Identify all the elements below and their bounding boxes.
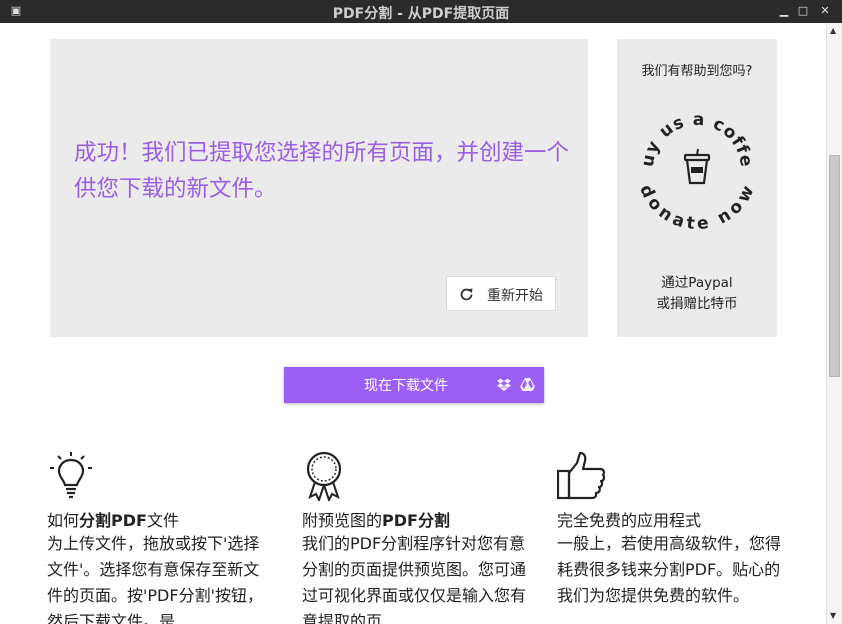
feature-free-body: 一般上，若使用高级软件，您得耗费很多钱来分割PDF。贴心的我们为您提供免费的软件… (557, 534, 782, 605)
close-icon[interactable]: ✕ (819, 5, 831, 17)
window-title: PDF分割 - 从PDF提取页面 (332, 6, 510, 22)
page-content: 成功！我们已提取您选择的所有页面，并创建一个供您下载的新文件。 重新开始 我们有… (0, 23, 826, 624)
feature-preview-body: 我们的PDF分割程序针对您有意分割的页面提供预览图。您可通过可视化界面或仅仅是输… (302, 534, 527, 624)
svg-text:donate now: donate now (637, 182, 757, 229)
google-drive-icon[interactable] (520, 378, 535, 391)
restart-button[interactable]: 重新开始 (446, 276, 556, 311)
dropbox-icon[interactable] (497, 378, 511, 391)
success-panel: 成功！我们已提取您选择的所有页面，并创建一个供您下载的新文件。 重新开始 (50, 39, 588, 337)
scroll-down-icon[interactable]: ▼ (830, 611, 836, 620)
coffee-badge-bottom: donate now (637, 182, 757, 229)
success-message: 成功！我们已提取您选择的所有页面，并创建一个供您下载的新文件。 (74, 140, 570, 202)
maximize-icon[interactable]: □ (797, 5, 809, 17)
minimize-icon[interactable]: ▁ (778, 5, 790, 17)
download-button[interactable]: 现在下载文件 (284, 367, 544, 403)
thumbs-up-icon (557, 451, 606, 500)
coffee-badge[interactable]: buy us a coffee donate now (637, 109, 757, 229)
lightbulb-icon (50, 452, 92, 499)
donate-panel: 我们有帮助到您吗? buy us a coffee donate now 通过P… (617, 39, 777, 337)
title-bar: ▣ PDF分割 - 从PDF提取页面 ▁ □ ✕ (0, 0, 842, 23)
refresh-icon (460, 288, 473, 301)
paypal-text[interactable]: 通过Paypal 或捐赠比特币 (617, 273, 777, 315)
feature-preview: 附预览图的PDF分割 我们的PDF分割程序针对您有意分割的页面提供预览图。您可通… (302, 451, 532, 624)
vertical-scrollbar[interactable]: ▲ ▼ (826, 23, 842, 624)
scroll-up-icon[interactable]: ▲ (830, 26, 836, 35)
feature-free: 完全免费的应用程式 一般上，若使用高级软件，您得耗费很多钱来分割PDF。贴心的我… (557, 451, 787, 605)
restart-label: 重新开始 (487, 288, 543, 304)
help-question: 我们有帮助到您吗? (641, 64, 753, 79)
award-ribbon-icon (306, 451, 342, 501)
feature-free-title: 完全免费的应用程式 (557, 511, 702, 530)
download-label: 现在下载文件 (364, 378, 448, 394)
feature-preview-title: 附预览图的PDF分割 (302, 511, 450, 530)
paypal-line2: 或捐赠比特币 (656, 296, 738, 312)
feature-how-to-body: 为上传文件，拖放或按下'选择文件'。选择您有意保存至新文件的页面。按'PDF分割… (47, 534, 263, 624)
feature-how-to: 如何分割PDF文件 为上传文件，拖放或按下'选择文件'。选择您有意保存至新文件的… (47, 451, 277, 624)
scroll-thumb[interactable] (829, 155, 840, 377)
feature-how-to-title: 如何分割PDF文件 (47, 511, 179, 530)
paypal-line1: 通过Paypal (661, 275, 733, 291)
coffee-cup-icon (683, 148, 711, 185)
